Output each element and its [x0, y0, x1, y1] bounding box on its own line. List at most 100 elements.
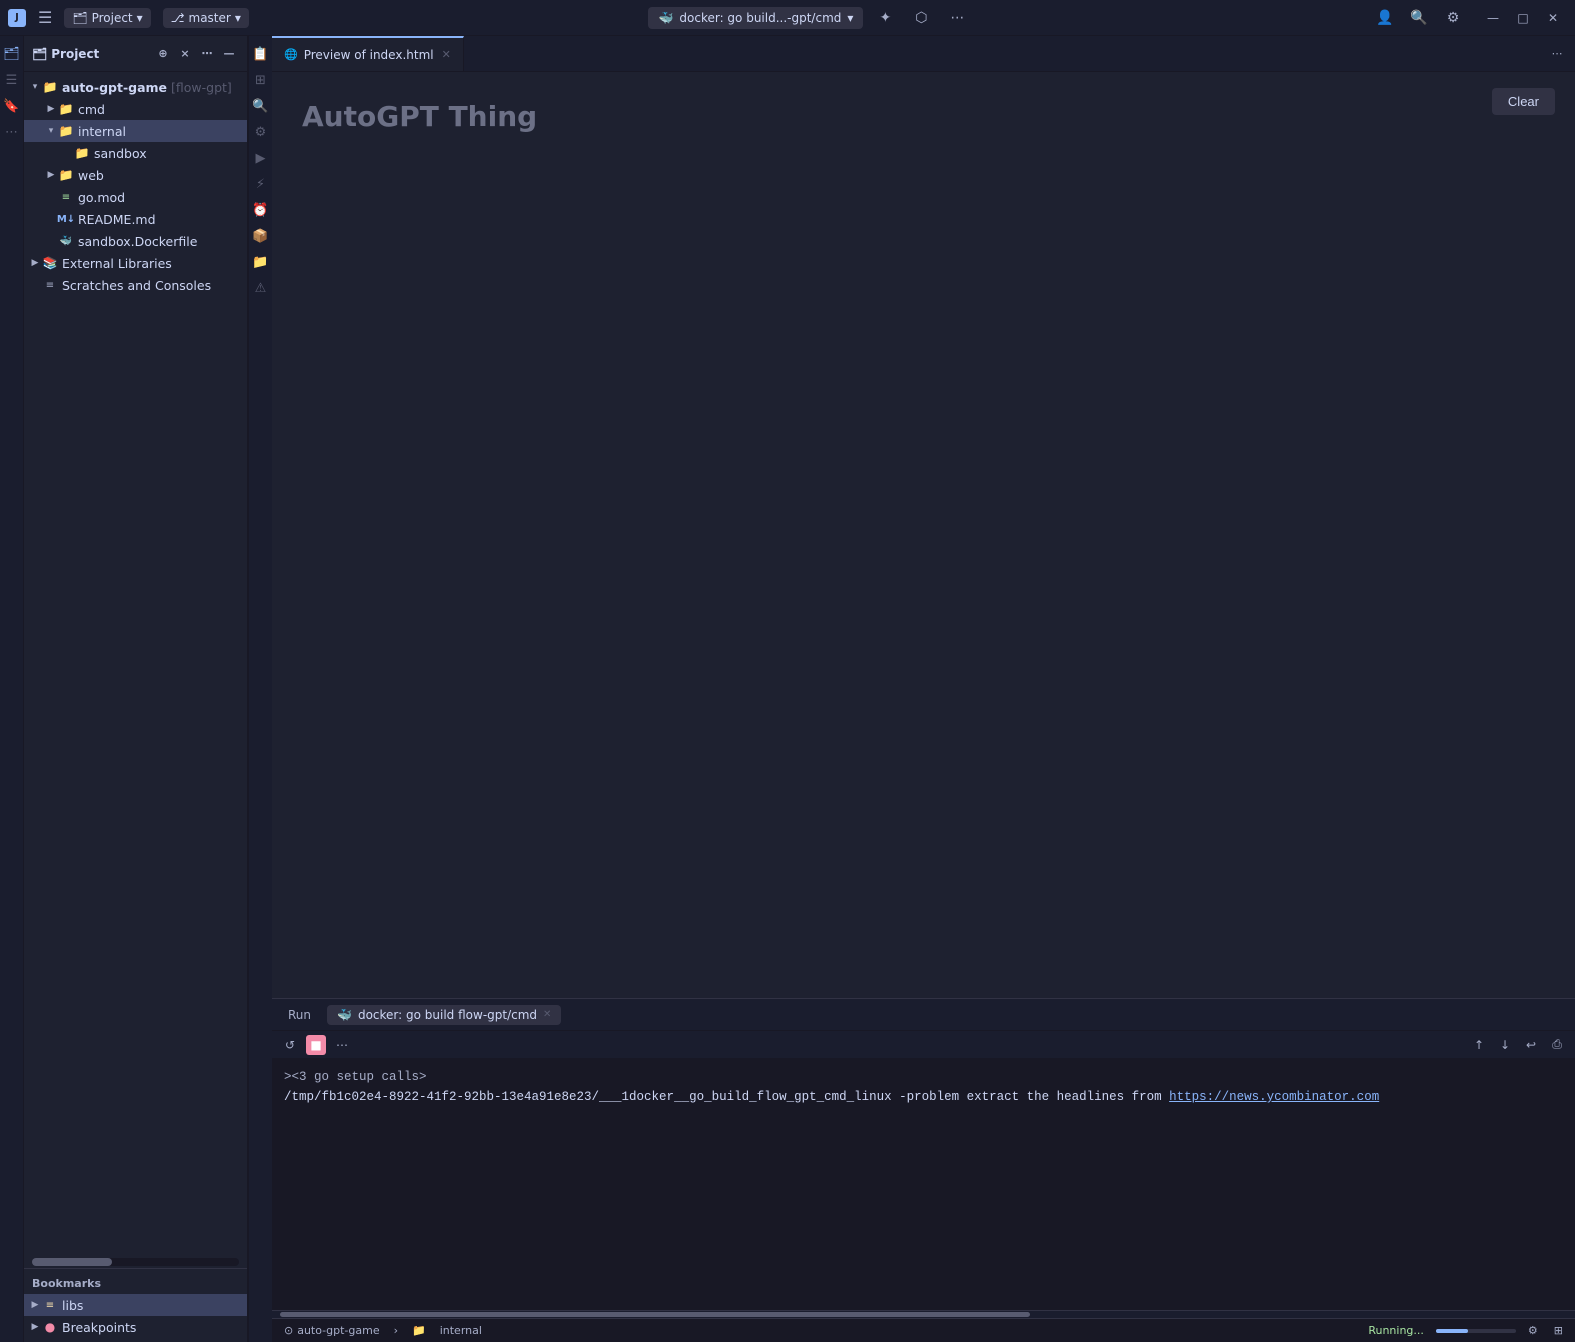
settings-btn[interactable]: ⚙: [1439, 4, 1467, 32]
tab-preview-index[interactable]: 🌐 Preview of index.html ✕: [272, 36, 464, 71]
scroll-up-btn[interactable]: ↑: [1469, 1035, 1489, 1055]
scroll-down-btn[interactable]: ↓: [1495, 1035, 1515, 1055]
status-internal-label: internal: [436, 1324, 486, 1337]
terminal-docker-icon: 🐳: [337, 1008, 352, 1022]
tree-label-extlibs: External Libraries: [62, 256, 172, 271]
more-options-btn[interactable]: ⋯: [197, 44, 217, 64]
menu-icon[interactable]: ☰: [34, 6, 56, 29]
right-icon-files[interactable]: 📁: [251, 252, 271, 272]
right-icon-structure[interactable]: ⊞: [251, 70, 271, 90]
wrap-lines-btn[interactable]: ↩: [1521, 1035, 1541, 1055]
status-project[interactable]: ⊙ auto-gpt-game: [280, 1324, 384, 1337]
right-icon-search[interactable]: 🔍: [251, 96, 271, 116]
right-icon-ai[interactable]: ⚡: [251, 174, 271, 194]
file-panel-header: 🗂 Project ⊕ × ⋯ —: [24, 36, 247, 72]
tree-scrollbar[interactable]: [32, 1258, 239, 1266]
sidebar-icon-bookmarks[interactable]: 🔖: [2, 96, 22, 116]
tree-scrollbar-thumb: [32, 1258, 112, 1266]
rerun-button[interactable]: ↺: [280, 1035, 300, 1055]
tree-item-readme[interactable]: M↓ README.md: [24, 208, 247, 230]
branch-name: master: [189, 11, 231, 25]
status-bar: ⊙ auto-gpt-game › 📁 internal Running... …: [272, 1318, 1575, 1342]
sidebar-icon-project[interactable]: 🗂: [2, 44, 22, 64]
preview-area: Clear AutoGPT Thing: [272, 72, 1575, 998]
terminal-more-btn[interactable]: ⋯: [332, 1035, 352, 1055]
sidebar-icon-more[interactable]: ⋯: [2, 122, 22, 142]
terminal-link[interactable]: https://news.ycombinator.com: [1169, 1090, 1379, 1104]
maximize-button[interactable]: □: [1509, 4, 1537, 32]
tree-label-cmd: cmd: [78, 102, 105, 117]
terminal-tab-close[interactable]: ✕: [543, 1009, 551, 1020]
md-icon: M↓: [58, 211, 74, 227]
minimize-button[interactable]: —: [1479, 4, 1507, 32]
terminal-content: ><3 go setup calls> /tmp/fb1c02e4-8922-4…: [272, 1059, 1575, 1310]
sidebar-icon-nav[interactable]: ☰: [2, 70, 22, 90]
run-button[interactable]: ✦: [871, 4, 899, 32]
profile-icon-btn[interactable]: 👤: [1371, 4, 1399, 32]
print-btn[interactable]: ⎙: [1547, 1035, 1567, 1055]
tree-item-extlibs[interactable]: ▶ 📚 External Libraries: [24, 252, 247, 274]
tab-bar-more[interactable]: ⋯: [1547, 44, 1567, 64]
project-selector[interactable]: 🗂 Project ▾: [64, 8, 150, 28]
tree-item-internal[interactable]: ▾ 📁 internal: [24, 120, 247, 142]
gomod-icon: ≡: [58, 189, 74, 205]
right-icon-time[interactable]: ⏰: [251, 200, 271, 220]
run-configuration-tab[interactable]: 🐳 docker: go build...-gpt/cmd ▾: [648, 7, 863, 29]
tree-item-dockerfile[interactable]: 🐳 sandbox.Dockerfile: [24, 230, 247, 252]
bookmarks-section: Bookmarks ▶ ≡ libs ▶ ● Breakpoints: [24, 1268, 247, 1342]
new-file-btn[interactable]: ⊕: [153, 44, 173, 64]
folder-icon-sandbox: 📁: [74, 145, 90, 161]
tree-label-web: web: [78, 168, 104, 183]
tree-item-gomod[interactable]: ≡ go.mod: [24, 186, 247, 208]
right-icon-run[interactable]: ▶: [251, 148, 271, 168]
terminal-tab-run[interactable]: Run: [280, 1004, 319, 1026]
terminal-scrollbar-thumb[interactable]: [280, 1312, 1030, 1317]
right-icon-notifications[interactable]: 📋: [251, 44, 271, 64]
more-run-options[interactable]: ⋯: [943, 4, 971, 32]
folder-icon-internal: 📁: [58, 123, 74, 139]
tab-bar-actions: ⋯: [1539, 36, 1575, 71]
tree-label-root-branch: [flow-gpt]: [171, 80, 232, 95]
file-panel-header-actions: ⊕ × ⋯ —: [153, 44, 239, 64]
status-settings-btn[interactable]: ⚙: [1524, 1324, 1542, 1337]
bookmark-item-libs[interactable]: ▶ ≡ libs: [24, 1294, 247, 1316]
stop-button[interactable]: ■: [306, 1035, 326, 1055]
bookmark-item-breakpoints[interactable]: ▶ ● Breakpoints: [24, 1316, 247, 1338]
bookmarks-header: Bookmarks: [24, 1273, 247, 1294]
status-internal-text: internal: [440, 1324, 482, 1337]
search-btn[interactable]: 🔍: [1405, 4, 1433, 32]
tree-item-sandbox[interactable]: 📁 sandbox: [24, 142, 247, 164]
file-panel-icon: 🗂: [32, 47, 47, 61]
tree-item-root[interactable]: ▾ 📁 auto-gpt-game [flow-gpt]: [24, 76, 247, 98]
branch-selector[interactable]: ⎇ master ▾: [163, 8, 249, 28]
right-icon-packages[interactable]: 📦: [251, 226, 271, 246]
tab-label: Preview of index.html: [304, 48, 434, 62]
run-tab-dropdown-icon: ▾: [847, 11, 853, 25]
tree-label-dockerfile: sandbox.Dockerfile: [78, 234, 197, 249]
tree-item-cmd[interactable]: ▶ 📁 cmd: [24, 98, 247, 120]
titlebar-right-actions: 👤 🔍 ⚙: [1371, 4, 1467, 32]
tree-item-web[interactable]: ▶ 📁 web: [24, 164, 247, 186]
collapse-btn[interactable]: ×: [175, 44, 195, 64]
tree-item-scratches[interactable]: ≡ Scratches and Consoles: [24, 274, 247, 296]
clear-button[interactable]: Clear: [1492, 88, 1555, 115]
chevron-internal: ▾: [44, 124, 58, 138]
tab-close-btn[interactable]: ✕: [442, 48, 451, 61]
terminal-line-prompt: ><3 go setup calls>: [284, 1067, 1563, 1087]
debug-button[interactable]: ⬡: [907, 4, 935, 32]
main-container: 🗂 ☰ 🔖 ⋯ 🗂 Project ⊕ × ⋯ — ▾ 📁 auto-gpt-g…: [0, 36, 1575, 1342]
status-layout-btn[interactable]: ⊞: [1550, 1324, 1567, 1337]
close-button[interactable]: ✕: [1539, 4, 1567, 32]
status-folder-icon: 📁: [408, 1324, 430, 1337]
hide-panel-btn[interactable]: —: [219, 44, 239, 64]
chevron-extlibs: ▶: [28, 256, 42, 270]
right-icon-problems[interactable]: ⚠: [251, 278, 271, 298]
right-icon-settings2[interactable]: ⚙: [251, 122, 271, 142]
tab-bar: 🌐 Preview of index.html ✕ ⋯: [272, 36, 1575, 72]
content-area: 🌐 Preview of index.html ✕ ⋯ Clear AutoGP…: [272, 36, 1575, 1342]
status-running-text: Running...: [1368, 1324, 1424, 1337]
terminal-tab-docker[interactable]: 🐳 docker: go build flow-gpt/cmd ✕: [327, 1005, 561, 1025]
titlebar: J ☰ 🗂 Project ▾ ⎇ master ▾ 🐳 docker: go …: [0, 0, 1575, 36]
terminal-tab-docker-label: docker: go build flow-gpt/cmd: [358, 1008, 537, 1022]
preview-title: AutoGPT Thing: [302, 100, 1545, 133]
